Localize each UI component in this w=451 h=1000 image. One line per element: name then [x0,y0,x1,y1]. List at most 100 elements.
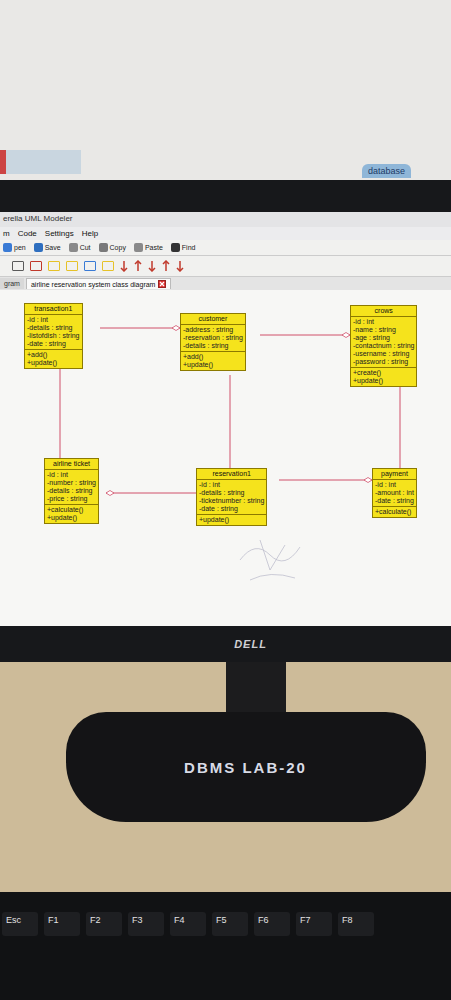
attributes: -id : int-number : string-details : stri… [45,470,98,504]
operation: +add() [183,353,243,361]
tool-icon[interactable] [102,261,114,271]
class-box[interactable]: crows -id : int-name : string-age : stri… [350,305,417,387]
class-name: airline ticket [45,459,98,470]
screen: erella UML Modeler mCodeSettingsHelp pen… [0,212,451,626]
arrow-tool-icon[interactable] [176,260,184,272]
key[interactable]: F5 [212,912,248,936]
key[interactable]: F2 [86,912,122,936]
class-name: payment [373,469,416,480]
operation: +add() [27,351,80,359]
attribute: -address : string [183,326,243,334]
operation: +update() [27,359,80,367]
toolbar-button[interactable]: Cut [69,243,91,252]
tool-icon[interactable] [12,261,24,271]
relation-line[interactable] [230,375,231,468]
stand-sticker: DBMS LAB-20 [184,759,307,776]
relation-line[interactable] [400,385,401,468]
class-box[interactable]: customer -address : string-reservation :… [180,313,246,371]
toolbar-icon [134,243,143,252]
key[interactable]: Esc [2,912,38,936]
class-box[interactable]: airline ticket -id : int-number : string… [44,458,99,524]
arrow-tool-icon[interactable] [148,260,156,272]
class-box[interactable]: transaction1 -id : int-details : string-… [24,303,83,369]
operations: +add()+update() [25,349,82,368]
operations: +update() [197,514,266,525]
key[interactable]: F8 [338,912,374,936]
attribute: -details : string [199,489,264,497]
operation: +update() [353,377,414,385]
toolbar-button[interactable]: pen [3,243,26,252]
menu-item[interactable]: Help [82,229,98,238]
tab[interactable]: gram [0,278,24,289]
menu-item[interactable]: Code [18,229,37,238]
class-name: reservation1 [197,469,266,480]
diagram-canvas: transaction1 -id : int-details : string-… [0,290,451,626]
menu-item[interactable]: Settings [45,229,74,238]
wall-sign: database [362,164,411,178]
tool-icon[interactable] [84,261,96,271]
arrow-tool-icon[interactable] [134,260,142,272]
attribute: -details : string [27,324,80,332]
attribute: -id : int [27,316,80,324]
monitor-stand: DBMS LAB-20 [66,712,426,822]
aggregation-diamond-icon [364,478,372,483]
key[interactable]: F6 [254,912,290,936]
attribute: -contactnum : string [353,342,414,350]
relation-line[interactable] [260,335,350,336]
toolbar-button[interactable]: Find [171,243,196,252]
class-box[interactable]: payment -id : int-amount : int-date : st… [372,468,417,518]
menu-item[interactable]: m [3,229,10,238]
aggregation-diamond-icon [106,491,114,496]
relation-line[interactable] [279,480,372,481]
key[interactable]: F3 [128,912,164,936]
toolbar-icon [34,243,43,252]
scribble [240,540,300,580]
tab[interactable]: airline reservation system class diagram [26,278,172,289]
key[interactable]: F4 [170,912,206,936]
attribute: -ticketnumber : string [199,497,264,505]
attribute: -date : string [27,340,80,348]
relation-line[interactable] [106,493,196,494]
keyboard: EscF1F2F3F4F5F6F7F8 [0,892,451,1000]
arrow-tool-icon[interactable] [120,260,128,272]
class-name: transaction1 [25,304,82,315]
wall: database [0,0,451,180]
attribute: -name : string [353,326,414,334]
operation: +update() [47,514,96,522]
tool-icon[interactable] [66,261,78,271]
poster [0,150,81,174]
toolbar: pen Save Cut Copy Paste Find [0,240,451,256]
attribute: -reservation : string [183,334,243,342]
relation-line[interactable] [100,328,180,329]
operation: +calculate() [47,506,96,514]
attribute: -details : string [183,342,243,350]
close-icon[interactable] [158,280,166,288]
desk: DBMS LAB-20 [0,662,451,892]
attributes: -id : int-details : string-listofdish : … [25,315,82,349]
toolbar-icon [3,243,12,252]
toolbar-button[interactable]: Copy [99,243,126,252]
attribute: -details : string [47,487,96,495]
key[interactable]: F1 [44,912,80,936]
attribute: -date : string [375,497,414,505]
arrow-tool-icon[interactable] [162,260,170,272]
attribute: -password : string [353,358,414,366]
operations: +create()+update() [351,367,416,386]
attribute: -price : string [47,495,96,503]
attribute: -id : int [375,481,414,489]
attribute: -amount : int [375,489,414,497]
key[interactable]: F7 [296,912,332,936]
toolbar-button[interactable]: Paste [134,243,163,252]
attribute: -age : string [353,334,414,342]
bezel: DELL [0,626,451,662]
monitor: erella UML Modeler mCodeSettingsHelp pen… [0,180,451,662]
menu-bar: m Code Settings Help [0,227,451,240]
tool-icon[interactable] [48,261,60,271]
toolbar-button[interactable]: Save [34,243,61,252]
relation-line[interactable] [60,365,61,458]
attribute: -id : int [353,318,414,326]
operation: +create() [353,369,414,377]
tool-icon[interactable] [30,261,42,271]
attribute: -username : string [353,350,414,358]
class-box[interactable]: reservation1 -id : int-details : string-… [196,468,267,526]
